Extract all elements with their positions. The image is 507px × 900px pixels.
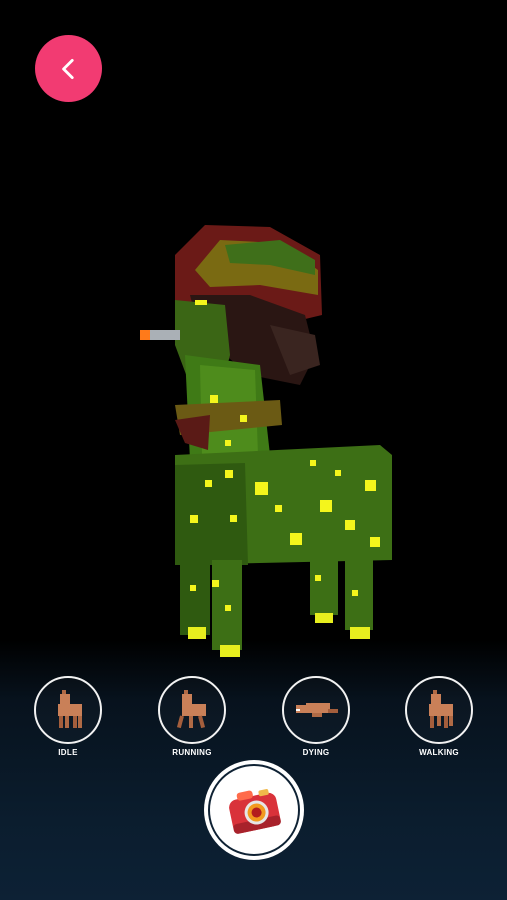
llama-3d-model[interactable] [130,215,400,665]
animation-selector: IDLE RUNNING DYING WALKING [0,676,507,757]
chevron-left-icon [61,58,74,79]
llama-running-icon [158,676,226,744]
back-button[interactable] [35,35,102,102]
camera-icon [229,789,281,834]
animation-dying[interactable]: DYING [276,676,356,757]
llama-walking-icon [405,676,473,744]
animation-running-label: RUNNING [172,748,212,757]
capture-button[interactable] [204,760,304,860]
capture-button-ring [208,764,300,856]
voxel-llama-illustration [140,225,392,657]
animation-walking-label: WALKING [419,748,459,757]
animation-idle-label: IDLE [58,748,78,757]
animation-dying-label: DYING [302,748,330,757]
llama-dying-icon [282,676,350,744]
animation-running[interactable]: RUNNING [152,676,232,757]
llama-idle-icon [34,676,102,744]
animation-idle[interactable]: IDLE [28,676,108,757]
animation-walking[interactable]: WALKING [399,676,479,757]
